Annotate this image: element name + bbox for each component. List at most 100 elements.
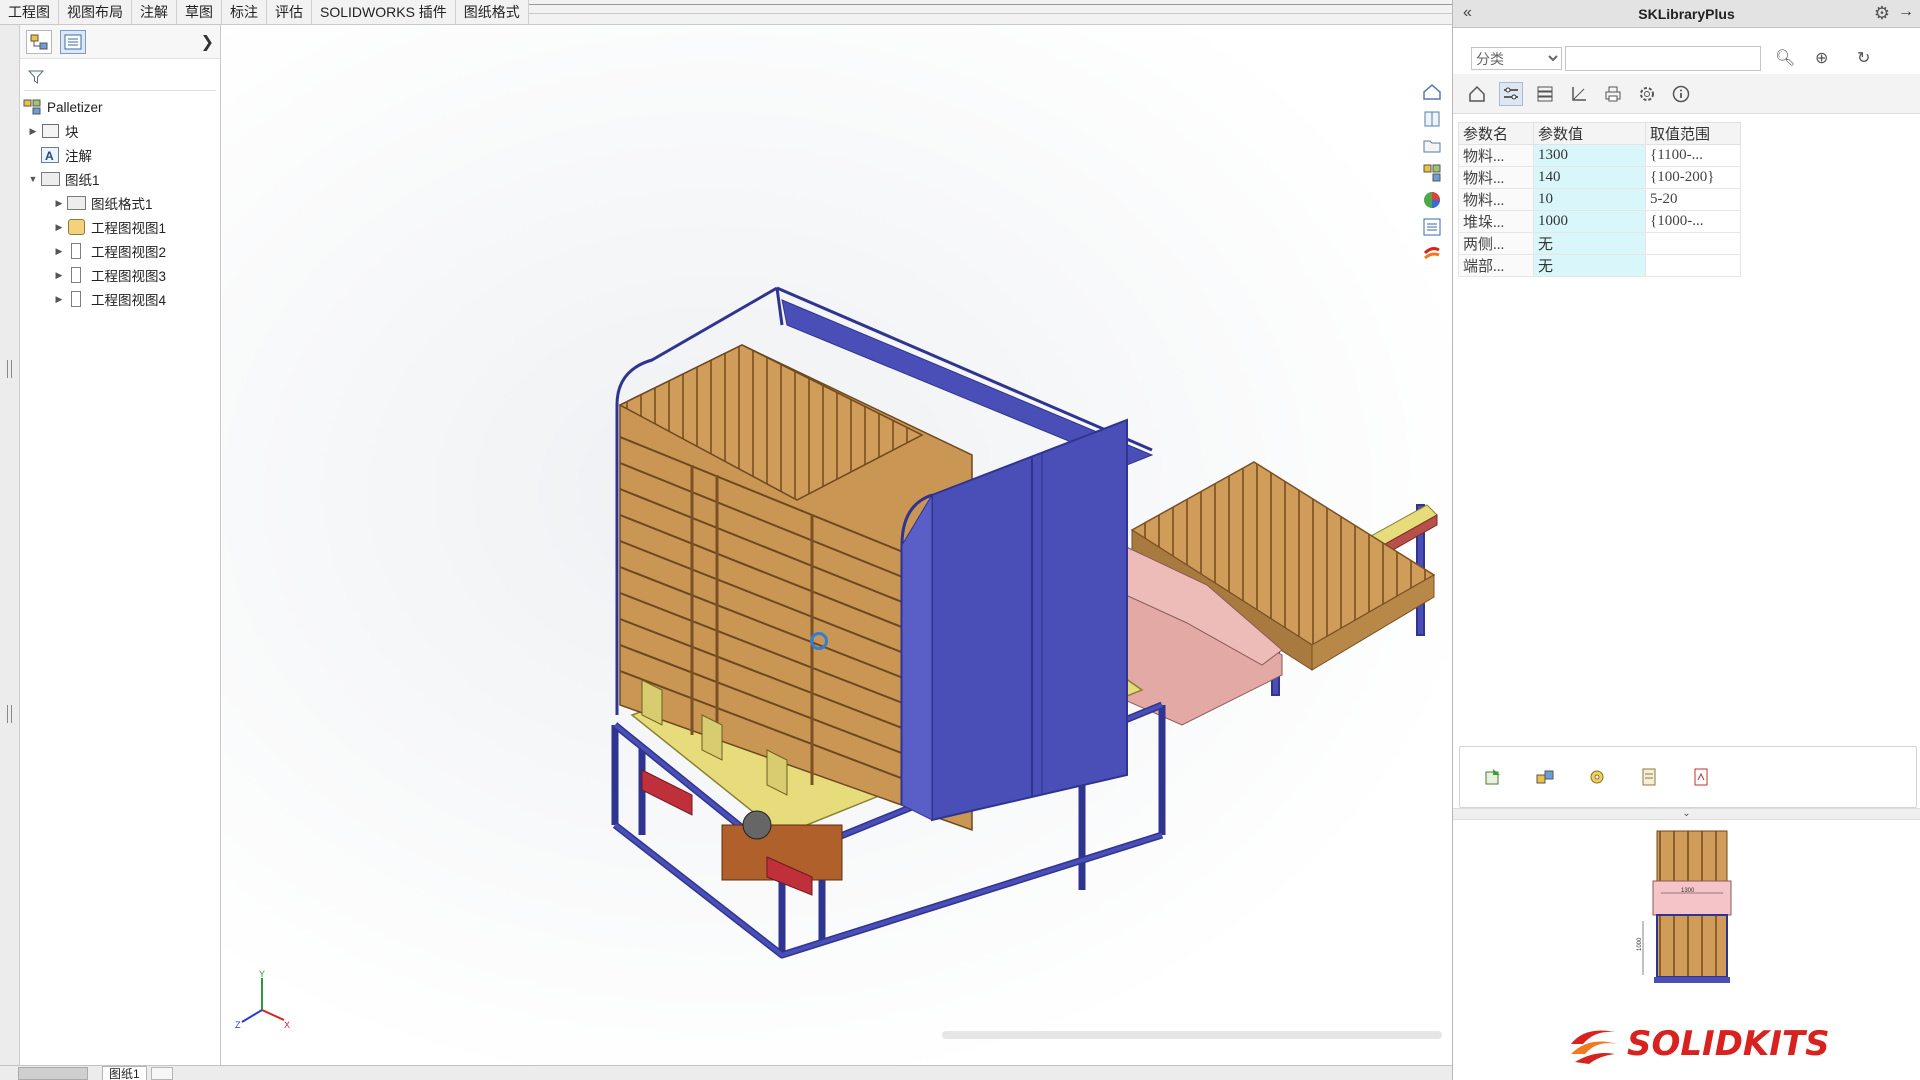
search-icon[interactable]: 🔍︎ (1775, 48, 1795, 68)
library-toolbar (1453, 74, 1920, 114)
configure-icon[interactable] (1586, 766, 1608, 788)
horizontal-scrollbar[interactable] (942, 1031, 1442, 1039)
tree-item-sheet-format1[interactable]: ▶ 图纸格式1 (20, 191, 220, 215)
expand-arrow-icon[interactable]: ▶ (52, 222, 66, 233)
svg-text:X: X (284, 1020, 290, 1030)
tree-filter[interactable] (24, 63, 216, 91)
library-search-bar: 分类 🔍︎ ⊕ ↻ (1453, 28, 1920, 74)
tree-item-label: 工程图视图1 (91, 221, 167, 236)
home-icon[interactable] (1465, 82, 1489, 106)
preview-dim-width: 1300 (1681, 888, 1695, 894)
task-pane-title-bar: « SKLibraryPlus ⚙ → (1453, 0, 1920, 28)
feature-tree-icon (30, 34, 48, 49)
tree-item-label: 工程图视图4 (91, 293, 167, 308)
param-value[interactable]: 140 (1533, 166, 1646, 189)
insert-assembly-icon[interactable] (1534, 766, 1556, 788)
home-icon[interactable] (1420, 80, 1444, 104)
view-ruler (528, 4, 1452, 14)
tab-markup[interactable]: 标注 (222, 0, 267, 24)
info-icon[interactable] (1669, 82, 1693, 106)
param-value[interactable]: 无 (1533, 232, 1646, 255)
param-name: 端部... (1458, 254, 1534, 277)
feature-tree-tab[interactable] (26, 29, 52, 54)
drawing-export-icon[interactable] (1638, 766, 1660, 788)
sheet-nav-buttons[interactable] (18, 1066, 88, 1080)
svg-text:A: A (45, 149, 54, 163)
gear-icon[interactable]: ⚙ (1874, 3, 1890, 24)
table-row: 两侧... 无 (1458, 232, 1741, 255)
parts-icon[interactable] (1420, 107, 1444, 131)
tree-item-sheet1[interactable]: ▼ 图纸1 (20, 167, 220, 191)
tab-annotation[interactable]: 注解 (132, 0, 177, 24)
collapse-arrow-icon[interactable]: ▼ (26, 174, 40, 184)
drawing-preview: 1300 1000 (1619, 825, 1759, 1005)
drawing-view-icon (66, 266, 86, 284)
parameters-icon[interactable] (1499, 81, 1523, 106)
expand-arrow-icon[interactable]: ▶ (52, 246, 66, 257)
settings-icon[interactable] (1635, 82, 1659, 106)
list-icon[interactable] (1533, 82, 1557, 106)
panel-grip-icon[interactable] (7, 705, 12, 723)
expand-arrow-icon[interactable]: ▶ (52, 294, 66, 305)
busy-cursor-icon (810, 632, 828, 650)
category-select[interactable]: 分类 (1471, 47, 1562, 70)
param-range: {1100-... (1645, 144, 1741, 167)
table-row: 物料... 10 5-20 (1458, 188, 1741, 211)
param-value[interactable]: 1000 (1533, 210, 1646, 233)
palletizer-model[interactable] (222, 25, 1452, 1065)
tree-root[interactable]: Palletizer (20, 95, 220, 119)
property-manager-tab[interactable] (60, 29, 86, 54)
param-value[interactable]: 1300 (1533, 144, 1646, 167)
table-row: 物料... 1300 {1100-... (1458, 144, 1741, 167)
param-range: 5-20 (1645, 188, 1741, 211)
tree-item-drawing-view2[interactable]: ▶ 工程图视图2 (20, 239, 220, 263)
param-name: 堆垛... (1458, 210, 1534, 233)
insert-part-icon[interactable] (1482, 766, 1504, 788)
pin-icon[interactable]: → (1898, 3, 1914, 21)
tree-item-drawing-view1[interactable]: ▶ 工程图视图1 (20, 215, 220, 239)
pdf-export-icon[interactable] (1690, 766, 1712, 788)
tab-sheet-format[interactable]: 图纸格式 (456, 0, 529, 24)
tab-view-layout[interactable]: 视图布局 (59, 0, 132, 24)
tree-item-annotations[interactable]: A 注解 (20, 143, 220, 167)
chevron-right-icon[interactable]: ❯ (201, 32, 214, 52)
custom-properties-icon[interactable] (1420, 215, 1444, 239)
graphics-area[interactable]: Y X Z (222, 25, 1452, 1065)
tab-sketch[interactable]: 草图 (177, 0, 222, 24)
param-range: {1000-... (1645, 210, 1741, 233)
task-pane: « SKLibraryPlus ⚙ → 分类 🔍︎ ⊕ ↻ 参数名 参数值 取值… (1452, 0, 1920, 1080)
expand-arrow-icon[interactable]: ▶ (52, 270, 66, 281)
feature-manager-tabs: ❯ (20, 25, 220, 59)
sheet-format-icon (66, 194, 86, 212)
tab-solidworks-addins[interactable]: SOLIDWORKS 插件 (312, 0, 456, 24)
sheet-tab-sheet1[interactable]: 图纸1 (102, 1065, 147, 1080)
expand-arrow-icon[interactable]: ▶ (26, 126, 40, 137)
zoom-search-icon[interactable]: ⊕ (1815, 48, 1828, 68)
appearances-icon[interactable] (1420, 188, 1444, 212)
param-value[interactable]: 无 (1533, 254, 1646, 277)
table-row: 堆垛... 1000 {1000-... (1458, 210, 1741, 233)
feature-tree: Palletizer ▶ 块 A 注解 ▼ 图纸1 ▶ 图纸格式1 ▶ 工程图视… (20, 95, 220, 311)
tree-item-blocks[interactable]: ▶ 块 (20, 119, 220, 143)
param-value[interactable]: 10 (1533, 188, 1646, 211)
expand-arrow-icon[interactable]: ▶ (52, 198, 66, 209)
dimension-icon[interactable] (1567, 82, 1591, 106)
block-icon (40, 122, 60, 140)
param-range: {100-200} (1645, 166, 1741, 189)
refresh-icon[interactable]: ↻ (1857, 48, 1870, 68)
tab-evaluate[interactable]: 评估 (267, 0, 312, 24)
add-sheet-button[interactable] (150, 1066, 173, 1080)
table-header-row: 参数名 参数值 取值范围 (1458, 122, 1741, 145)
search-input[interactable] (1565, 46, 1761, 71)
tab-drawing[interactable]: 工程图 (0, 0, 59, 24)
folder-icon[interactable] (1420, 134, 1444, 158)
view-palette-icon[interactable] (1420, 161, 1444, 185)
tree-item-drawing-view4[interactable]: ▶ 工程图视图4 (20, 287, 220, 311)
panel-grip-icon[interactable] (7, 360, 12, 378)
tree-item-drawing-view3[interactable]: ▶ 工程图视图3 (20, 263, 220, 287)
svg-text:Y: Y (259, 970, 265, 979)
print-icon[interactable] (1601, 82, 1625, 106)
pane-splitter[interactable]: ⌄ (1453, 808, 1920, 820)
solidkits-icon[interactable] (1420, 242, 1444, 266)
heads-up-view-toolbar (1420, 80, 1450, 269)
